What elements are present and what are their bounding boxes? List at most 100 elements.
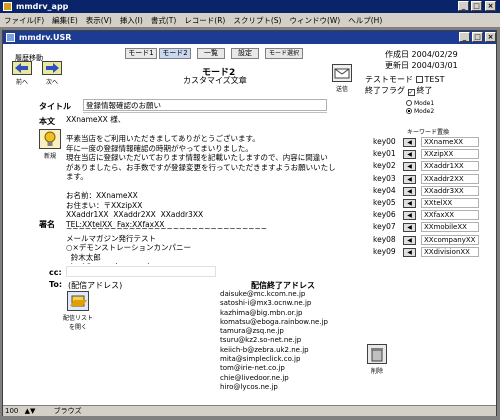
cc-input[interactable] (66, 266, 216, 277)
keyword-key-label: key04 (373, 185, 396, 195)
keyword-value-field[interactable]: XXfaxXX (421, 210, 479, 221)
test-checkbox[interactable] (415, 76, 423, 83)
address-list[interactable]: daisuke@mc.kcom.ne.jp satoshi-i@mx3.ocnw.… (220, 290, 360, 402)
keyword-insert-button[interactable]: ◀ (403, 186, 416, 196)
new-label: 新規 (43, 153, 56, 160)
keyword-value-field[interactable]: XXaddr1XX (421, 161, 479, 172)
app-title: mmdrv_app (16, 2, 69, 11)
mode1-radio[interactable] (406, 100, 412, 106)
address-list-item[interactable]: tamura@zsq.ne.jp (220, 327, 360, 336)
address-list-item[interactable]: kazhima@big.mbn.or.jp (220, 309, 360, 318)
keyword-key-label: key02 (373, 161, 396, 171)
mode2-radio-row[interactable]: Mode2 (406, 108, 434, 115)
folder-open-icon (67, 291, 89, 311)
menu-record[interactable]: レコード(R) (180, 13, 229, 28)
keyword-value-field[interactable]: XXcompanyXX (421, 234, 479, 245)
keyword-value-field[interactable]: XXzipXX (421, 149, 479, 160)
address-list-item[interactable]: tsuru@kz2.so-net.ne.jp (220, 336, 360, 345)
view-mode[interactable]: ブラウズ (38, 407, 82, 415)
keyword-insert-button[interactable]: ◀ (403, 162, 416, 172)
menu-insert[interactable]: 挿入(I) (116, 13, 147, 28)
tab-mode1[interactable]: モード1 (125, 48, 157, 59)
window-close-icon[interactable]: × (485, 32, 496, 42)
keyword-insert-button[interactable]: ◀ (403, 138, 416, 147)
keyword-insert-button[interactable]: ◀ (403, 211, 416, 221)
minimize-icon[interactable]: _ (458, 1, 469, 11)
keyword-value-field[interactable]: XXnameXX (421, 137, 479, 147)
body-label: 本文 (39, 117, 55, 126)
keyword-value-field[interactable]: XXdivisionXX (421, 246, 479, 257)
keyword-title: キーワード置換 (407, 129, 450, 136)
menu-format[interactable]: 書式(T) (147, 13, 180, 28)
keyword-value-field[interactable]: XXaddr3XX (421, 185, 479, 196)
send-button[interactable]: 送信 (331, 64, 353, 93)
tab-settings[interactable]: 設定 (231, 48, 259, 59)
body-textarea[interactable]: XXnameXX 様、 平素当店をご利用いただきましてありがとうございます。 年… (66, 115, 366, 239)
address-list-item[interactable]: komatsu@eboga.rainbow.ne.jp (220, 318, 360, 327)
address-list-item[interactable]: tom@irie-net.co.jp (220, 364, 360, 373)
window-title-bar: mmdrv.USR _ □ × (3, 31, 496, 44)
updated-label: 更新日 (385, 61, 409, 70)
keyword-key-label: key06 (373, 210, 396, 220)
address-list-item[interactable]: chie@livedoor.ne.jp (220, 374, 360, 383)
mode1-label: Mode1 (414, 100, 435, 107)
menu-bar: ファイル(F) 編集(E) 表示(V) 挿入(I) 書式(T) レコード(R) スクリプト(… (0, 13, 500, 28)
signature-textarea[interactable]: ~~~~~~~~~~~~~~~~~~~~~~~~~~~~~~~~ メールマガジン… (66, 224, 366, 264)
cc-label: cc: (49, 268, 62, 277)
keyword-key-label: key08 (373, 234, 396, 244)
delete-button[interactable]: 削除 (366, 344, 388, 375)
keyword-insert-button[interactable]: ◀ (403, 235, 416, 245)
menu-edit[interactable]: 編集(E) (48, 13, 82, 28)
keyword-insert-button[interactable]: ◀ (403, 199, 416, 208)
envelope-icon (332, 64, 352, 82)
keyword-insert-button[interactable]: ◀ (403, 247, 416, 257)
keyword-key-label: key00 (373, 137, 396, 146)
zoom-icon[interactable]: ▲▼ (21, 407, 36, 415)
keyword-value-field[interactable]: XXmobileXX (421, 222, 479, 233)
arrow-left-icon (12, 61, 32, 75)
trash-icon (367, 344, 387, 364)
next-label: 次へ (45, 79, 58, 86)
keyword-insert-button[interactable]: ◀ (403, 174, 416, 184)
open-list-label-1: 配信リスト (62, 315, 93, 322)
done-value: 終了 (416, 86, 433, 95)
created-value: 2004/02/29 (411, 50, 458, 59)
created-label: 作成日 (385, 50, 409, 59)
keyword-insert-button[interactable]: ◀ (403, 223, 416, 233)
document-window: mmdrv.USR _ □ × 履歴移動 前へ 次へ モード1 モード2 一覧 … (2, 30, 497, 416)
address-list-item[interactable]: daisuke@mc.kcom.ne.jp (220, 290, 360, 299)
menu-help[interactable]: ヘルプ(H) (344, 13, 386, 28)
next-button[interactable]: 次へ (41, 61, 63, 86)
address-list-item[interactable]: keiich-b@zebra.uk2.ne.jp (220, 346, 360, 355)
window-maximize-icon[interactable]: □ (472, 32, 483, 42)
address-list-item[interactable]: mita@simpleclick.co.jp (220, 355, 360, 364)
tab-mode2[interactable]: モード2 (159, 48, 191, 59)
app-title-bar: mmdrv_app _ □ × (0, 0, 500, 13)
tab-list[interactable]: 一覧 (197, 48, 225, 59)
menu-file[interactable]: ファイル(F) (0, 13, 48, 28)
done-checkbox[interactable]: ✓ (407, 89, 415, 96)
prev-button[interactable]: 前へ (11, 61, 33, 86)
title-input[interactable]: 登録情報確認のお願い (83, 99, 327, 111)
window-minimize-icon[interactable]: _ (459, 32, 470, 42)
tab-mode-select[interactable]: モード選択 (265, 48, 303, 59)
address-list-item[interactable]: hiro@lycos.ne.jp (220, 383, 360, 392)
mode2-radio[interactable] (406, 108, 412, 114)
menu-script[interactable]: スクリプト(S) (229, 13, 285, 28)
open-list-button[interactable]: 配信リスト を開く (61, 291, 95, 331)
keyword-key-label: key01 (373, 149, 396, 159)
address-list-item[interactable]: satoshi-i@mx3.ocnw.ne.jp (220, 299, 360, 308)
title-underline (83, 112, 327, 113)
mode1-radio-row[interactable]: Mode1 (406, 100, 434, 107)
zoom-level[interactable]: 100 (3, 407, 18, 415)
close-icon[interactable]: × (485, 1, 496, 11)
keyword-insert-button[interactable]: ◀ (403, 150, 416, 160)
new-button[interactable]: 新規 (37, 129, 63, 160)
maximize-icon[interactable]: □ (471, 1, 482, 11)
status-bar: 100 ▲▼ ブラウズ (3, 405, 496, 416)
mode-subtitle: カスタマイズ文章 (183, 76, 247, 85)
menu-view[interactable]: 表示(V) (82, 13, 116, 28)
keyword-value-field[interactable]: XXtelXX (421, 198, 479, 208)
keyword-value-field[interactable]: XXaddr2XX (421, 173, 479, 184)
menu-window[interactable]: ウィンドウ(W) (285, 13, 344, 28)
